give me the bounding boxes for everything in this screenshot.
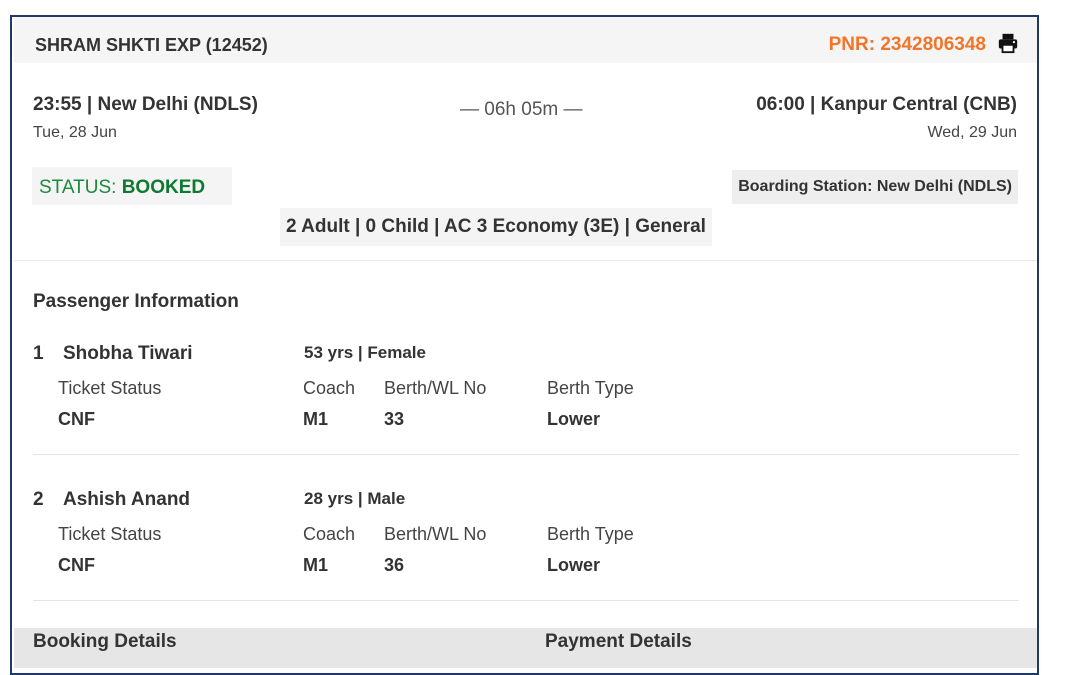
arrival-time-station: 06:00 | Kanpur Central (CNB)	[756, 94, 1017, 115]
status-label: STATUS:	[39, 177, 122, 198]
ticket-status-value: CNF	[58, 555, 95, 575]
boarding-station-badge: Boarding Station: New Delhi (NDLS)	[732, 170, 1018, 204]
berth-type-label: Berth Type	[547, 524, 634, 544]
coach-label: Coach	[303, 378, 356, 398]
ticket-header: SHRAM SHKTI EXP (12452) PNR: 2342806348	[14, 17, 1037, 63]
divider	[14, 260, 1037, 261]
arrival-date: Wed, 29 Jun	[927, 124, 1017, 141]
berth-type-label: Berth Type	[547, 378, 634, 398]
passenger-summary-badge: 2 Adult | 0 Child | AC 3 Economy (3E) | …	[280, 208, 712, 246]
booking-status: STATUS: BOOKED	[32, 167, 232, 205]
departure-time-station: 23:55 | New Delhi (NDLS)	[33, 94, 258, 115]
journey-duration: — 06h 05m —	[460, 99, 583, 120]
passenger-age-gender: 53 yrs | Female	[304, 343, 426, 362]
berth-label: Berth/WL No	[384, 524, 487, 544]
boarding-station: Boarding Station: New Delhi (NDLS)	[738, 178, 1012, 195]
departure-date: Tue, 28 Jun	[33, 124, 117, 141]
passenger-number: 1	[33, 343, 44, 364]
passenger-divider	[33, 600, 1019, 601]
ticket-status-label: Ticket Status	[58, 524, 162, 544]
status-value: BOOKED	[121, 177, 206, 198]
berth-value: 36	[384, 555, 405, 575]
berth-value: 33	[384, 409, 405, 429]
coach-value: M1	[303, 409, 329, 429]
ticket-status-value: CNF	[58, 409, 95, 429]
passenger-number: 2	[33, 489, 44, 510]
passenger-summary: 2 Adult | 0 Child | AC 3 Economy (3E) | …	[286, 216, 706, 237]
pnr-number: PNR: 2342806348	[828, 34, 986, 55]
passenger-name: Ashish Anand	[63, 489, 191, 510]
berth-type-value: Lower	[547, 409, 601, 429]
coach-label: Coach	[303, 524, 356, 544]
ticket-card: SHRAM SHKTI EXP (12452) PNR: 2342806348 …	[10, 15, 1039, 675]
booking-details-title: Booking Details	[33, 631, 177, 652]
passenger-info-title: Passenger Information	[33, 291, 239, 312]
berth-label: Berth/WL No	[384, 378, 487, 398]
berth-type-value: Lower	[547, 555, 601, 575]
passenger-divider	[33, 454, 1019, 455]
printer-icon[interactable]	[997, 32, 1019, 54]
ticket-status-label: Ticket Status	[58, 378, 162, 398]
coach-value: M1	[303, 555, 329, 575]
train-name: SHRAM SHKTI EXP (12452)	[35, 35, 268, 55]
passenger-age-gender: 28 yrs | Male	[304, 489, 406, 508]
passenger-name: Shobha Tiwari	[63, 343, 193, 364]
payment-details-title: Payment Details	[545, 631, 692, 652]
